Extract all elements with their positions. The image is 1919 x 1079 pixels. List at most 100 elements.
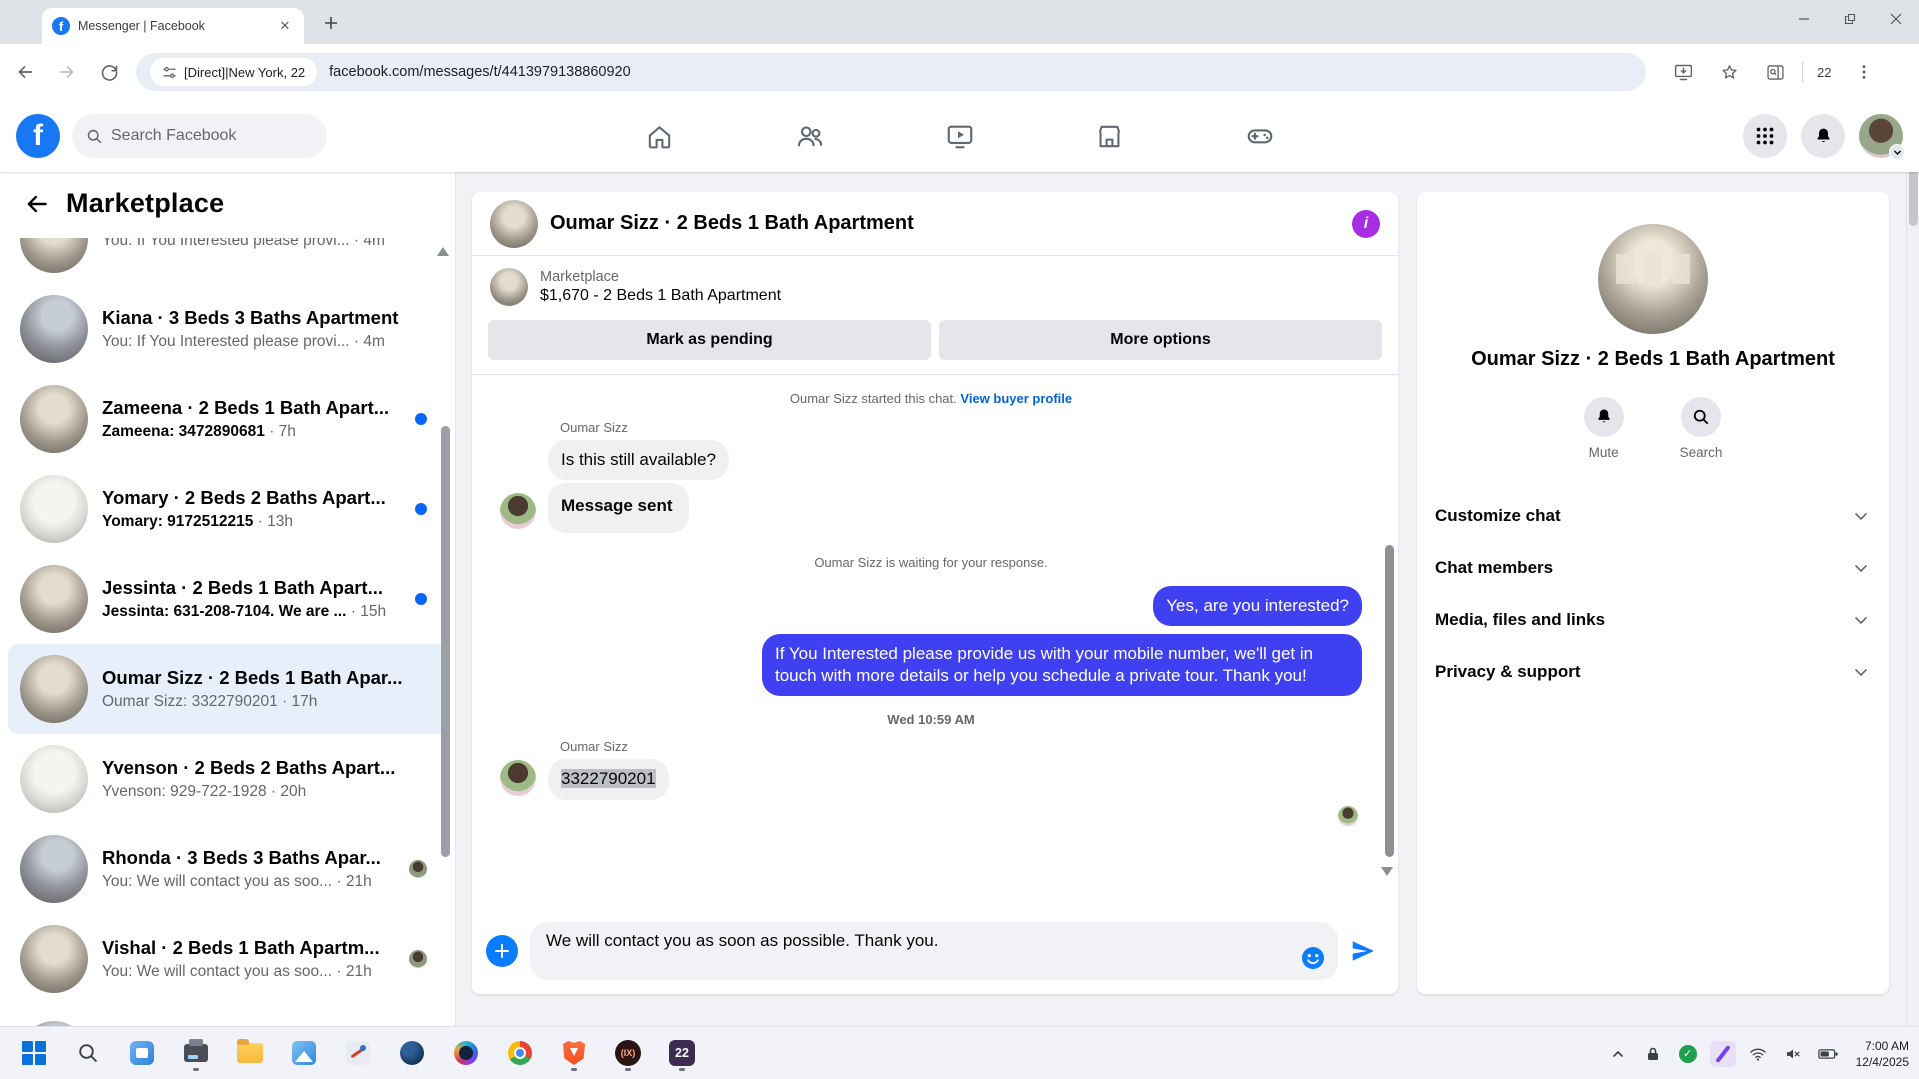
sidebar-scrollbar[interactable] <box>441 426 450 857</box>
gaming-icon <box>1247 129 1272 144</box>
conversation-details-panel: Oumar Sizz · 2 Beds 1 Bath Apartment Mut… <box>1417 192 1889 994</box>
send-button[interactable] <box>1350 935 1382 967</box>
taskbar-search-button[interactable] <box>68 1033 108 1073</box>
nav-gaming-tab[interactable] <box>1204 108 1316 164</box>
nav-marketplace-tab[interactable] <box>1054 108 1166 164</box>
add-attachment-button[interactable] <box>486 935 518 967</box>
battery-icon[interactable] <box>1815 1041 1841 1067</box>
conversation-avatar <box>20 835 88 903</box>
message-input-box[interactable]: We will contact you as soon as possible.… <box>530 922 1338 980</box>
conversation-item[interactable]: Yomary · 2 Beds 2 Baths Apart... Yomary:… <box>8 464 447 554</box>
copilot-app-icon[interactable] <box>446 1033 486 1073</box>
install-app-button[interactable] <box>1666 55 1700 89</box>
ix-app-icon[interactable]: (IX) <box>608 1033 648 1073</box>
apps-grid-button[interactable] <box>1743 114 1787 158</box>
snipping-tool-icon[interactable] <box>338 1033 378 1073</box>
tray-antivirus-icon[interactable]: ✓ <box>1675 1041 1701 1067</box>
profile-avatar-button[interactable] <box>1859 114 1905 160</box>
incoming-message-bubble[interactable]: Message sent <box>548 483 689 534</box>
conversation-item[interactable]: Yvenson · 2 Beds 2 Baths Apart... Yvenso… <box>8 734 447 824</box>
notifications-button[interactable] <box>1801 114 1845 158</box>
section-media-files-links[interactable]: Media, files and links <box>1417 594 1889 646</box>
taskbar-clock[interactable]: 7:00 AM 12/4/2025 <box>1856 1038 1909 1070</box>
watch-icon <box>947 125 972 149</box>
browser-tab-strip: Messenger | Facebook ✕ <box>0 0 1919 44</box>
conversation-item[interactable]: Kiana · 3 Beds 3 Baths Apartment You: If… <box>8 284 447 374</box>
search-chat-button[interactable]: Search <box>1680 397 1722 460</box>
facebook-search-input[interactable]: Search Facebook <box>72 114 327 158</box>
conversation-avatar <box>20 565 88 633</box>
conversation-item[interactable]: Rhonda · 3 Beds 3 Baths Apar... You: We … <box>8 824 447 914</box>
photos-app-icon[interactable] <box>284 1033 324 1073</box>
nav-home-tab[interactable] <box>604 108 716 164</box>
conversation-time: · 4m <box>353 238 385 249</box>
pc-manager-app-icon[interactable] <box>122 1033 162 1073</box>
tray-lock-icon[interactable] <box>1640 1041 1666 1067</box>
conversation-time: · 15h <box>350 603 387 620</box>
file-explorer-icon[interactable] <box>230 1033 270 1073</box>
view-buyer-profile-link[interactable]: View buyer profile <box>960 391 1072 406</box>
page-scrollbar[interactable] <box>1906 100 1919 1026</box>
bookmark-star-button[interactable] <box>1712 55 1746 89</box>
sidebar-scroll-up-arrow[interactable] <box>437 247 449 256</box>
brave-icon[interactable] <box>554 1033 594 1073</box>
chat-header[interactable]: Oumar Sizz · 2 Beds 1 Bath Apartment <box>472 192 1398 256</box>
printer-app-icon[interactable] <box>176 1033 216 1073</box>
message-input[interactable]: We will contact you as soon as possible.… <box>546 931 1290 951</box>
reload-button[interactable] <box>92 55 126 89</box>
forward-button[interactable] <box>50 55 84 89</box>
new-tab-button[interactable] <box>318 10 344 36</box>
conversation-item[interactable]: Jessinta · 2 Beds 1 Bath Apart... Jessin… <box>8 554 447 644</box>
conversation-avatar <box>20 925 88 993</box>
section-chat-members[interactable]: Chat members <box>1417 542 1889 594</box>
chrome-icon[interactable] <box>500 1033 540 1073</box>
back-button[interactable] <box>8 55 42 89</box>
minimize-button[interactable] <box>1781 0 1827 38</box>
conversation-item[interactable]: Zameena · 2 Beds 1 Bath Apart... Zameena… <box>8 374 447 464</box>
tray-pen-icon[interactable] <box>1709 1040 1736 1067</box>
browser-profile-badge[interactable]: 22 <box>1813 65 1835 80</box>
emoji-button[interactable] <box>1300 945 1326 971</box>
outgoing-message-bubble[interactable]: If You Interested please provide us with… <box>762 634 1362 697</box>
conversation-item[interactable]: You: If You Interested please provi... ·… <box>8 238 447 284</box>
nav-watch-tab[interactable] <box>904 108 1016 164</box>
address-bar[interactable]: [Direct]|New York, 22 facebook.com/messa… <box>136 53 1646 91</box>
start-button[interactable] <box>14 1033 54 1073</box>
tab-close-icon[interactable]: ✕ <box>276 17 294 35</box>
mark-as-pending-button[interactable]: Mark as pending <box>488 320 931 360</box>
mute-button[interactable]: Mute <box>1583 397 1624 460</box>
browser-menu-button[interactable] <box>1847 55 1881 89</box>
outgoing-message-bubble[interactable]: Yes, are you interested? <box>1153 586 1362 627</box>
facebook-logo[interactable] <box>16 114 60 158</box>
tray-chevron-up-icon[interactable] <box>1605 1041 1631 1067</box>
maximize-button[interactable] <box>1827 0 1873 38</box>
marketplace-listing: Marketplace $1,670 - 2 Beds 1 Bath Apart… <box>472 256 1398 310</box>
close-window-button[interactable] <box>1873 0 1919 38</box>
wifi-icon[interactable] <box>1745 1041 1771 1067</box>
conversation-item[interactable]: Vishal · 2 Beds 1 Bath Apartm... You: We… <box>8 914 447 1004</box>
volume-muted-icon[interactable] <box>1780 1041 1806 1067</box>
globe-app-icon[interactable] <box>392 1033 432 1073</box>
conversation-item[interactable] <box>8 1010 447 1026</box>
site-info-chip[interactable]: [Direct]|New York, 22 <box>150 58 318 86</box>
back-arrow-icon[interactable] <box>24 191 50 217</box>
section-privacy-support[interactable]: Privacy & support <box>1417 646 1889 698</box>
toolbar-actions: 22 <box>1658 55 1881 89</box>
incoming-message-bubble[interactable]: 3322790201 <box>548 759 669 800</box>
conversation-preview: Yvenson: 929-722-1928 <box>102 783 267 800</box>
conversation-item-selected[interactable]: Oumar Sizz · 2 Beds 1 Bath Apar... Oumar… <box>8 644 447 734</box>
info-icon[interactable] <box>1352 209 1380 238</box>
section-customize-chat[interactable]: Customize chat <box>1417 490 1889 542</box>
chevron-down-icon <box>1855 565 1867 573</box>
messages-scrollbar[interactable] <box>1385 545 1394 857</box>
incoming-message-bubble[interactable]: Is this still available? <box>548 440 729 481</box>
conversation-title: Zameena · 2 Beds 1 Bath Apart... <box>102 397 390 418</box>
display-22-app-icon[interactable]: 22 <box>662 1033 702 1073</box>
panel-actions: Mute Search <box>1417 397 1889 460</box>
browser-tab[interactable]: Messenger | Facebook ✕ <box>42 8 304 44</box>
nav-friends-tab[interactable] <box>754 108 866 164</box>
side-panel-search-button[interactable] <box>1758 55 1792 89</box>
messages-scroll-down-arrow[interactable] <box>1381 867 1393 876</box>
more-options-button[interactable]: More options <box>939 320 1382 360</box>
facebook-nav <box>604 100 1316 172</box>
